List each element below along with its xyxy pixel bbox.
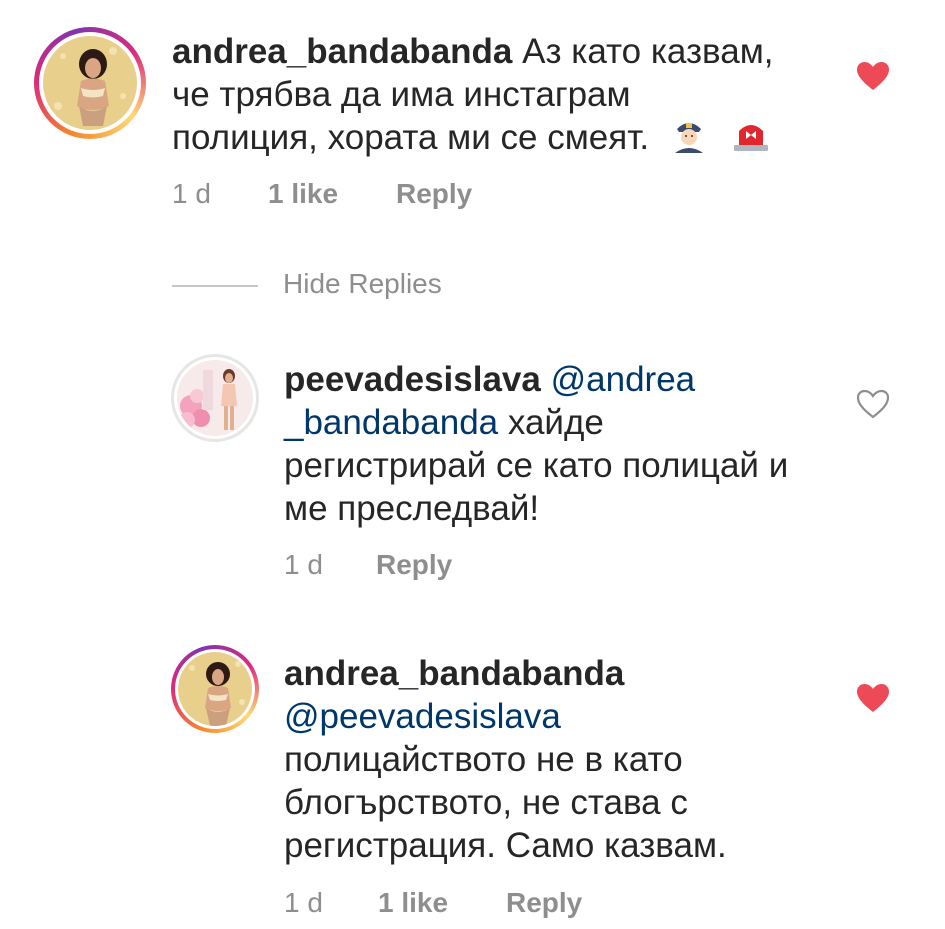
comment-text: регистрирай се като полицай и (284, 446, 789, 485)
mention-link[interactable]: @peevadesislava (284, 695, 844, 738)
comment-time: 1 d (172, 178, 211, 209)
police-officer-emoji (671, 117, 707, 163)
likes-count[interactable]: 1 like (378, 887, 448, 919)
comment-meta: 1 d Reply (284, 549, 584, 585)
comment-meta: 1 d 1 like Reply (172, 178, 572, 214)
comment-time: 1 d (284, 887, 323, 918)
comment-text: че трябва да има инстаграм (172, 75, 631, 114)
comment-body: andrea_bandabanda Аз като казвам, че тря… (172, 30, 812, 163)
comment-body: peevadesislava @andrea _bandabanda хайде… (284, 358, 844, 530)
mention-link[interactable]: _bandabanda (284, 403, 498, 442)
avatar-ring[interactable] (34, 27, 146, 139)
comment-text: хайде (507, 403, 604, 442)
avatar[interactable] (178, 652, 252, 726)
avatar-ring[interactable] (171, 354, 259, 442)
rotating-light-emoji (731, 117, 771, 163)
comment-text: полицайството не в като (284, 740, 683, 779)
likes-count[interactable]: 1 like (268, 178, 338, 210)
reply-button[interactable]: Reply (376, 549, 452, 581)
reply-button[interactable]: Reply (506, 887, 582, 919)
avatar[interactable] (177, 360, 253, 436)
comment-time: 1 d (284, 549, 323, 580)
avatar[interactable] (43, 36, 137, 130)
replies-divider (172, 285, 258, 287)
heart-icon[interactable] (856, 683, 890, 713)
reply-button[interactable]: Reply (396, 178, 472, 210)
comment-body: andrea_bandabanda @peevadesislava полица… (284, 652, 844, 867)
comment-text: полиция, хората ми се смеят. (172, 118, 650, 157)
comment-text: блогърството, не става с (284, 783, 688, 822)
comment-text: Аз като казвам, (522, 32, 774, 71)
mention-link[interactable]: @andrea (551, 360, 696, 399)
heart-icon[interactable] (856, 61, 890, 91)
comment-text: ме преследвай! (284, 489, 540, 528)
heart-outline-icon[interactable] (856, 389, 890, 419)
comment-meta: 1 d 1 like Reply (284, 887, 644, 923)
username[interactable]: andrea_bandabanda (172, 32, 512, 71)
username[interactable]: peevadesislava (284, 360, 541, 399)
hide-replies-button[interactable]: Hide Replies (283, 268, 442, 300)
avatar-ring[interactable] (171, 645, 259, 733)
username[interactable]: andrea_bandabanda (284, 652, 844, 695)
comment-text: регистрация. Само казвам. (284, 826, 727, 865)
